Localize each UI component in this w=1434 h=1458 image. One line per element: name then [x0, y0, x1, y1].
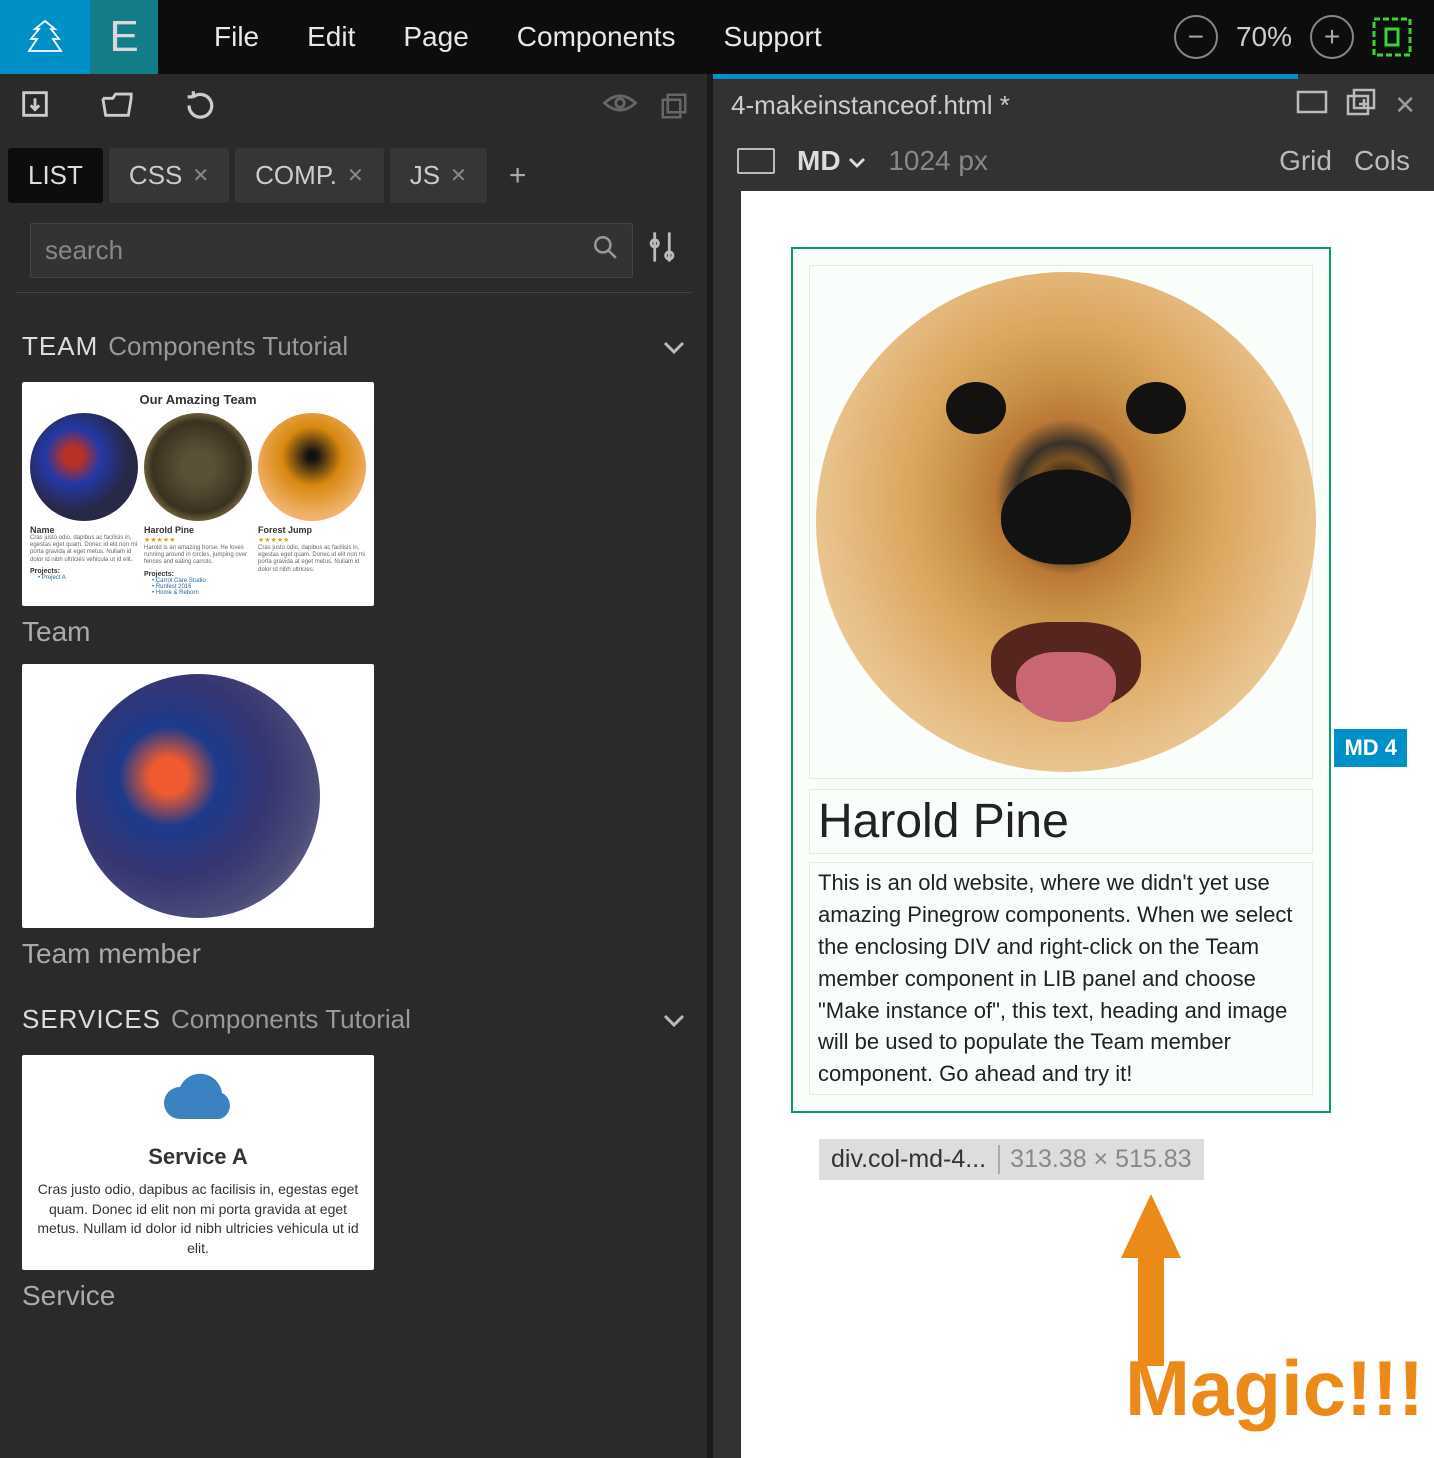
cols-toggle[interactable]: Cols — [1354, 145, 1410, 177]
visibility-icon[interactable] — [603, 91, 637, 126]
folder-icon[interactable] — [100, 89, 134, 128]
viewport-width: 1024 px — [888, 145, 988, 177]
section-header-team[interactable]: TEAM Components Tutorial — [22, 305, 685, 374]
component-label: Team — [22, 606, 685, 656]
preview-title: Our Amazing Team — [30, 390, 366, 413]
viewport-controls: MD 1024 px Grid Cols — [713, 131, 1434, 191]
selection-path: div.col-md-4... — [831, 1145, 986, 1174]
cloud-icon — [32, 1071, 364, 1134]
section-subtitle: Components Tutorial — [171, 1004, 411, 1035]
thumb-name: Name — [30, 525, 138, 535]
close-tab-icon[interactable]: ✕ — [1394, 90, 1416, 121]
tab-list[interactable]: LIST — [8, 148, 103, 203]
section-subtitle: Components Tutorial — [108, 331, 348, 362]
search-input[interactable] — [45, 235, 592, 266]
component-heading-slot[interactable]: Harold Pine — [809, 789, 1313, 854]
selection-column-badge[interactable]: MD 4 — [1334, 729, 1407, 767]
team-member-image — [816, 272, 1316, 772]
selection-dimensions: 313.38 × 515.83 — [998, 1145, 1191, 1174]
chevron-down-icon[interactable] — [663, 1004, 685, 1035]
new-window-icon[interactable] — [1346, 88, 1376, 123]
annotation-text: Magic!!! — [1125, 1343, 1424, 1434]
zoom-in-button[interactable]: + — [1310, 15, 1354, 59]
zoom-controls: − 70% + — [1174, 15, 1434, 59]
tab-css[interactable]: CSS✕ — [109, 148, 229, 203]
import-icon[interactable] — [18, 87, 52, 130]
thumb-projects-label: Projects: — [30, 568, 138, 575]
selection-status-bar: div.col-md-4... 313.38 × 515.83 — [819, 1139, 1204, 1180]
left-panel: LIST CSS✕ COMP.✕ JS✕ + TEAM Components T… — [0, 74, 713, 1458]
search-box — [30, 223, 633, 278]
file-tab-name[interactable]: 4-makeinstanceof.html * — [731, 90, 1010, 121]
menu-support[interactable]: Support — [724, 21, 822, 53]
breakpoint-selector[interactable]: MD — [797, 145, 866, 177]
search-row — [16, 209, 691, 293]
rating-stars-icon: ★★★★★ — [144, 536, 252, 544]
chevron-down-icon[interactable] — [663, 331, 685, 362]
rating-stars-icon: ★★★★★ — [258, 536, 366, 544]
thumb-image-bird — [30, 413, 138, 521]
canvas-grid-icon[interactable] — [1372, 17, 1412, 57]
zoom-out-button[interactable]: − — [1174, 15, 1218, 59]
menu-items: File Edit Page Components Support — [214, 21, 822, 53]
section-title: SERVICES — [22, 1004, 161, 1035]
panel-tabs: LIST CSS✕ COMP.✕ JS✕ + — [0, 142, 707, 209]
left-toolbar — [0, 74, 707, 142]
component-label: Service — [22, 1270, 685, 1320]
thumb-projects: • Carrot Care Studio • Runfest 2016 • Ho… — [144, 578, 252, 596]
service-preview-desc: Cras justo odio, dapibus ac facilisis in… — [32, 1180, 364, 1258]
canvas[interactable]: Harold Pine This is an old website, wher… — [741, 191, 1434, 1458]
pinegrow-logo-icon — [25, 17, 65, 57]
component-image-slot[interactable] — [809, 265, 1313, 779]
add-tab-button[interactable]: + — [493, 151, 543, 201]
thumb-desc: Cras justo odio, dapibus ac facilisis in… — [30, 535, 138, 564]
team-member-heading: Harold Pine — [818, 794, 1304, 849]
close-icon[interactable]: ✕ — [450, 163, 467, 188]
close-icon[interactable]: ✕ — [192, 163, 209, 188]
thumb-name: Harold Pine — [144, 525, 252, 535]
tab-comp[interactable]: COMP.✕ — [235, 148, 384, 203]
component-text-slot[interactable]: This is an old website, where we didn't … — [809, 862, 1313, 1095]
component-thumb-team[interactable]: Our Amazing Team Name Cras justo odio, d… — [22, 382, 374, 606]
components-sections[interactable]: TEAM Components Tutorial Our Amazing Tea… — [0, 293, 707, 1458]
menu-edit[interactable]: Edit — [307, 21, 355, 53]
component-label: Team member — [22, 928, 685, 978]
zoom-value: 70% — [1236, 21, 1292, 53]
component-thumb-service[interactable]: Service A Cras justo odio, dapibus ac fa… — [22, 1055, 374, 1270]
app-logo[interactable] — [0, 0, 90, 74]
menu-file[interactable]: File — [214, 21, 259, 53]
thumb-projects-label: Projects: — [144, 571, 252, 578]
section-title: TEAM — [22, 331, 98, 362]
team-member-text: This is an old website, where we didn't … — [818, 867, 1304, 1090]
selected-element[interactable]: Harold Pine This is an old website, wher… — [791, 247, 1331, 1113]
search-icon[interactable] — [592, 234, 618, 267]
editor-mode-badge[interactable]: E — [90, 0, 158, 74]
thumb-desc: Harold is an amazing horse. He loves run… — [144, 545, 252, 567]
menu-components[interactable]: Components — [517, 21, 676, 53]
undo-icon[interactable] — [182, 87, 216, 130]
right-panel: 4-makeinstanceof.html * ✕ MD 1024 px Gri… — [713, 74, 1434, 1458]
grid-toggle[interactable]: Grid — [1279, 145, 1332, 177]
viewport-icon[interactable] — [1296, 90, 1328, 121]
thumb-image-owl — [144, 413, 252, 521]
thumb-desc: Cras justo odio, dapibus ac facilisis in… — [258, 545, 366, 574]
annotation-arrow-icon — [1121, 1194, 1181, 1258]
close-icon[interactable]: ✕ — [347, 163, 364, 188]
thumb-projects: • Project A — [30, 575, 138, 581]
tab-js[interactable]: JS✕ — [390, 148, 487, 203]
section-header-services[interactable]: SERVICES Components Tutorial — [22, 978, 685, 1047]
duplicate-icon[interactable] — [659, 91, 689, 126]
menu-page[interactable]: Page — [403, 21, 468, 53]
thumb-name: Forest Jump — [258, 525, 366, 535]
service-preview-title: Service A — [32, 1144, 364, 1170]
file-tab-row: 4-makeinstanceof.html * ✕ — [713, 79, 1434, 131]
thumb-image-bird-large — [76, 674, 320, 918]
top-menubar: E File Edit Page Components Support − 70… — [0, 0, 1434, 74]
thumb-image-dog — [258, 413, 366, 521]
component-thumb-team-member[interactable] — [22, 664, 374, 928]
viewport-rect-icon[interactable] — [737, 148, 775, 174]
settings-icon[interactable] — [647, 230, 677, 272]
